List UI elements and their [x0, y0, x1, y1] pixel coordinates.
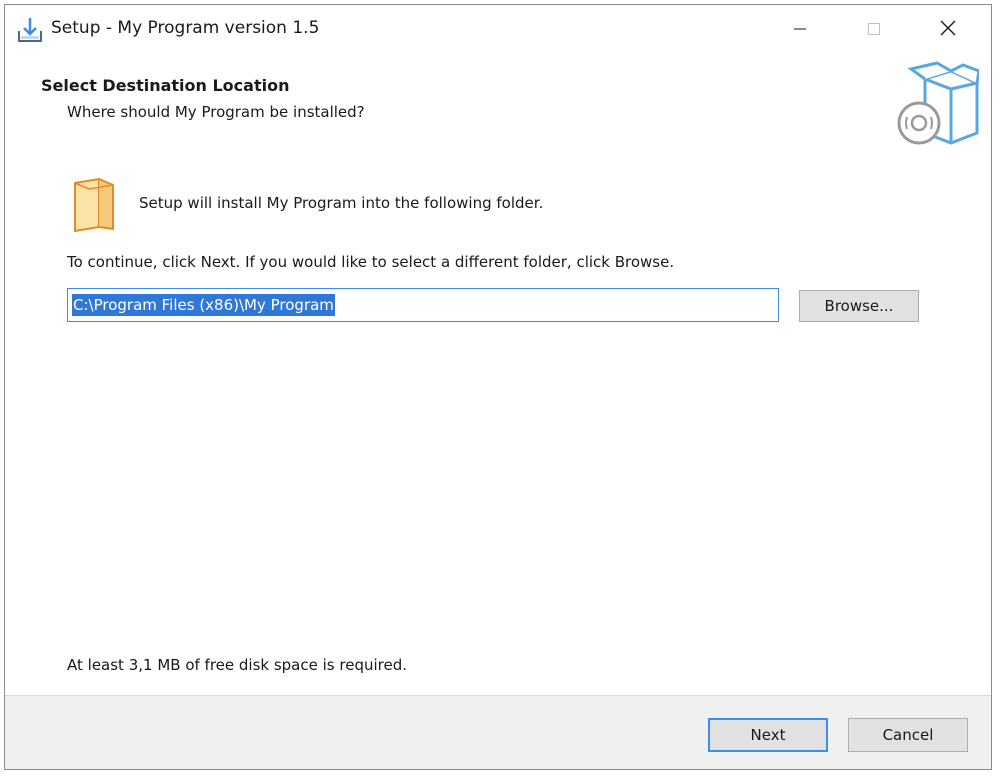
- destination-path-value: C:\Program Files (x86)\My Program: [72, 294, 335, 316]
- wizard-footer: Next Cancel: [5, 695, 991, 769]
- browse-button[interactable]: Browse...: [799, 290, 919, 322]
- setup-window: Setup - My Program version 1.5 Select De…: [4, 4, 992, 770]
- setup-download-icon: [15, 15, 45, 45]
- title-bar[interactable]: Setup - My Program version 1.5: [5, 5, 991, 55]
- minimize-button[interactable]: [765, 5, 835, 55]
- close-button[interactable]: [913, 5, 983, 55]
- install-box-cd-icon: [893, 61, 981, 151]
- install-info-text: Setup will install My Program into the f…: [139, 194, 544, 212]
- maximize-icon: [867, 21, 881, 40]
- disk-space-requirement: At least 3,1 MB of free disk space is re…: [67, 656, 407, 674]
- destination-path-input[interactable]: C:\Program Files (x86)\My Program: [67, 288, 779, 322]
- continue-instructions: To continue, click Next. If you would li…: [67, 253, 675, 271]
- cancel-button[interactable]: Cancel: [848, 718, 968, 752]
- next-button[interactable]: Next: [708, 718, 828, 752]
- page-subtitle: Where should My Program be installed?: [67, 103, 365, 121]
- window-title: Setup - My Program version 1.5: [51, 18, 320, 38]
- minimize-icon: [793, 21, 807, 40]
- close-icon: [940, 20, 956, 40]
- folder-icon: [69, 177, 119, 233]
- maximize-button[interactable]: [839, 5, 909, 55]
- page-title: Select Destination Location: [41, 76, 290, 95]
